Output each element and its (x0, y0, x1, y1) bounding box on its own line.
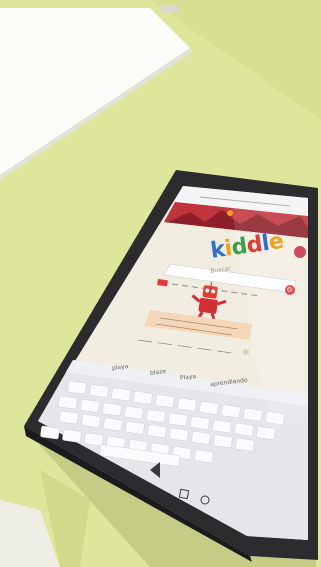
keyboard-key[interactable] (59, 410, 79, 425)
keyboard-key[interactable] (102, 402, 122, 416)
keyboard-key[interactable] (221, 404, 241, 418)
keyboard-key[interactable] (81, 414, 101, 428)
keyboard-key[interactable] (190, 416, 210, 430)
keyboard-key[interactable] (194, 449, 214, 463)
keyboard-key[interactable] (124, 406, 144, 420)
keyboard-key[interactable] (58, 395, 78, 410)
keyboard-key[interactable] (147, 424, 167, 438)
keyboard-key[interactable] (169, 427, 189, 442)
keyboard-key[interactable] (80, 399, 100, 413)
mascot-small-icon (243, 349, 249, 355)
keyboard-key[interactable] (168, 412, 188, 427)
keyboard-key[interactable] (191, 431, 211, 445)
keyboard-key[interactable] (62, 429, 82, 443)
small-object (160, 5, 180, 13)
keyboard-key[interactable] (199, 401, 219, 415)
keyboard-key[interactable] (89, 384, 109, 398)
photo-scene: kiddle Buscar playa blaze Playa aprendie… (0, 0, 321, 567)
keyboard-key[interactable] (234, 423, 254, 437)
keyboard-key[interactable] (243, 408, 263, 422)
keyboard-key[interactable] (84, 432, 104, 446)
keyboard-key[interactable] (177, 397, 197, 412)
keyboard-key[interactable] (146, 409, 166, 423)
keyboard-key[interactable] (213, 434, 233, 448)
keyboard-key[interactable] (67, 380, 87, 395)
keyboard-key[interactable] (103, 417, 123, 431)
keyboard-key[interactable] (40, 425, 60, 440)
keyboard-key[interactable] (155, 394, 175, 408)
photo-canvas (0, 0, 321, 567)
keyboard-key[interactable] (212, 419, 232, 433)
keyboard-key[interactable] (133, 391, 153, 405)
keyboard-key[interactable] (111, 387, 131, 401)
keyboard-key[interactable] (125, 421, 145, 435)
keyboard-key[interactable] (235, 438, 255, 452)
